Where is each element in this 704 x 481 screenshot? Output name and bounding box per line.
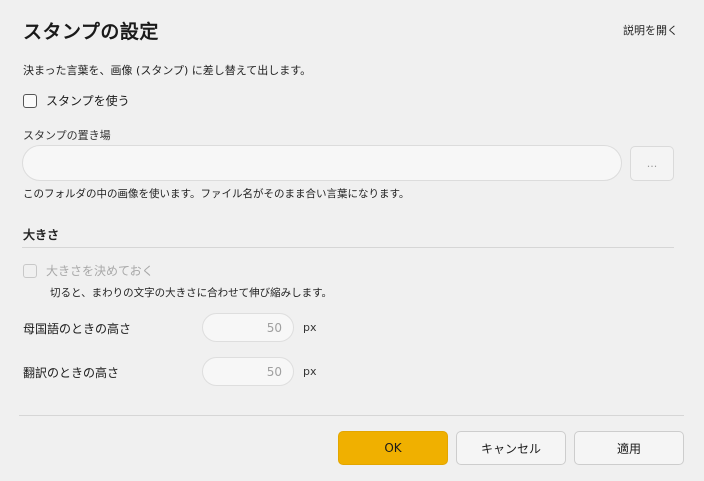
folder-path-input[interactable] bbox=[22, 145, 622, 181]
section-divider bbox=[22, 247, 674, 248]
translation-height-value: 50 bbox=[266, 364, 282, 379]
use-stamps-label: スタンプを使う bbox=[46, 94, 130, 108]
fix-size-checkbox[interactable] bbox=[23, 263, 37, 278]
folder-note: このフォルダの中の画像を使います。ファイル名がそのまま合い言葉になります。 bbox=[23, 188, 410, 200]
use-stamps-checkbox[interactable] bbox=[23, 93, 37, 108]
native-height-label: 母国語のときの高さ bbox=[23, 322, 132, 336]
size-section-title: 大きさ bbox=[23, 228, 60, 242]
translation-height-label: 翻訳のときの高さ bbox=[23, 366, 120, 380]
ok-button[interactable]: OK bbox=[338, 431, 448, 465]
folder-label: スタンプの置き場 bbox=[23, 129, 111, 142]
dialog-description: 決まった言葉を、画像 (スタンプ) に差し替えて出します。 bbox=[23, 64, 312, 77]
translation-height-input[interactable]: 50 bbox=[202, 357, 294, 386]
translation-height-unit: px bbox=[303, 365, 317, 378]
fix-size-note: 切ると、まわりの文字の大きさに合わせて伸び縮みします。 bbox=[50, 287, 333, 299]
native-height-unit: px bbox=[303, 321, 317, 334]
apply-button[interactable]: 適用 bbox=[574, 431, 684, 465]
footer-divider bbox=[19, 415, 684, 416]
fix-size-toggle[interactable]: 大きさを決めておく bbox=[23, 262, 154, 279]
dialog-title: スタンプの設定 bbox=[23, 21, 159, 43]
native-height-value: 50 bbox=[266, 320, 282, 335]
cancel-button[interactable]: キャンセル bbox=[456, 431, 566, 465]
help-link[interactable]: 説明を開く bbox=[623, 22, 678, 38]
native-height-input[interactable]: 50 bbox=[202, 313, 294, 342]
use-stamps-toggle[interactable]: スタンプを使う bbox=[23, 92, 130, 109]
fix-size-label: 大きさを決めておく bbox=[46, 264, 154, 278]
browse-folder-button[interactable]: ... bbox=[630, 146, 674, 181]
